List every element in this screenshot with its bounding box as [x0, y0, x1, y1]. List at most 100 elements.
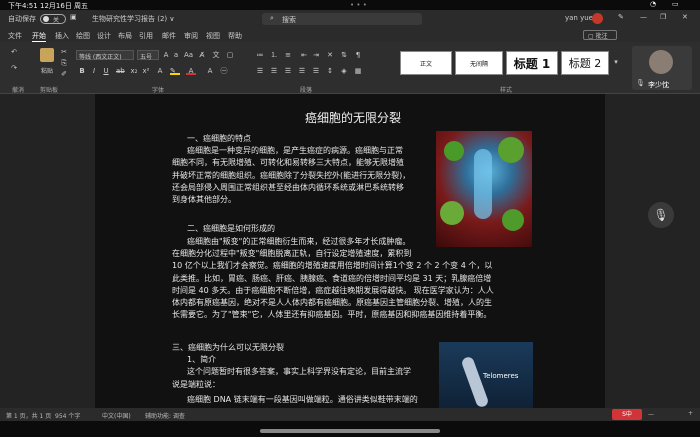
justify-icon[interactable]: ☰ [298, 67, 306, 75]
document-title[interactable]: 生物研究性学习报告 (2) ∨ [92, 14, 175, 24]
section-1-heading: 一、癌细胞的特点 [187, 134, 251, 143]
search-box[interactable]: ⌕ 搜索 [262, 13, 422, 25]
group-label-font: 字体 [152, 87, 165, 94]
autosave-toggle[interactable]: 关 [40, 14, 66, 24]
format-painter-icon[interactable]: ✐ [60, 70, 68, 78]
align-center-icon[interactable]: ☰ [270, 67, 278, 75]
tab-design[interactable]: 设计 [97, 31, 111, 41]
font-size-select[interactable]: 五号 [137, 50, 159, 61]
underline-icon[interactable]: U [102, 67, 110, 75]
human-figure-shape [474, 149, 492, 219]
redo-icon[interactable]: ↷ [10, 64, 18, 72]
font-name-select[interactable]: 等线 (西文正文) [76, 50, 134, 61]
style-heading-2[interactable]: 标题 2 [561, 51, 609, 75]
avatar[interactable] [592, 13, 603, 24]
superscript-icon[interactable]: x² [142, 67, 150, 75]
microphone-icon: 🎙 [653, 208, 669, 222]
shading-icon[interactable]: ◈ [340, 67, 348, 75]
sort-icon[interactable]: ⇅ [340, 51, 348, 59]
multilevel-list-icon[interactable]: ≡ [284, 51, 292, 59]
group-label-undo: 撤消 [12, 87, 25, 94]
document-page[interactable]: 癌细胞的无限分裂 一、癌细胞的特点 癌细胞是一种变异的细胞，是产生癌症的病源。癌… [95, 94, 605, 409]
tab-layout[interactable]: 布局 [118, 31, 132, 41]
minimize-icon[interactable]: — [640, 13, 647, 21]
chinese-layout-icon[interactable]: ✕ [326, 51, 334, 59]
language[interactable]: 中文(中国) [102, 411, 131, 420]
style-normal[interactable]: 正文 [400, 51, 452, 75]
numbering-icon[interactable]: ⒈ [270, 51, 278, 59]
cell-shape [444, 141, 464, 161]
grow-font-icon[interactable]: A [162, 51, 170, 59]
font-size-value: 五号 [140, 54, 153, 61]
participant-tile[interactable]: 🎙 李少忱 [632, 46, 692, 90]
font-color-icon[interactable]: A [186, 67, 196, 75]
restore-icon[interactable]: ❐ [660, 13, 666, 21]
align-left-icon[interactable]: ☰ [256, 67, 264, 75]
section-2-line: 此类推。比如，胃癌、肠癌、肝癌、胰腺癌、食道癌的倍增时间平均是 31 天；乳腺癌… [172, 274, 492, 283]
tab-draw[interactable]: 绘图 [76, 31, 90, 41]
decrease-indent-icon[interactable]: ⇤ [300, 51, 308, 59]
cell-shape [440, 201, 464, 225]
multitask-dots-icon[interactable]: • • • [350, 1, 367, 9]
highlight-icon[interactable]: ✎ [170, 67, 180, 75]
word-count[interactable]: 954 个字 [55, 411, 80, 420]
section-2-line: 时间是 40 多天。由于癌细胞不断倍增，癌症越往晚期发展得越快。 现在医学家认为… [172, 286, 494, 295]
borders-icon[interactable]: ▦ [354, 67, 362, 75]
section-2-line: 10 亿个以上我们才会察觉。癌细胞的增殖速度用倍增时间计算1个变 2 个 2 个… [172, 261, 493, 270]
cell-shape [502, 209, 524, 231]
style-heading-2-label: 标题 2 [568, 57, 602, 70]
page-count[interactable]: 第 1 页，共 1 页 [6, 411, 51, 420]
align-right-icon[interactable]: ☰ [284, 67, 292, 75]
styles-more-icon[interactable]: ▾ [612, 58, 620, 66]
status-bar: 第 1 页，共 1 页 954 个字 中文(中国) 辅助功能: 调查 S中 — … [0, 408, 700, 421]
save-icon[interactable]: ▣ [70, 13, 77, 21]
tab-mailings[interactable]: 邮件 [162, 31, 176, 41]
char-border-icon[interactable]: ▢ [226, 51, 234, 59]
accessibility-status[interactable]: 辅助功能: 调查 [145, 411, 185, 420]
home-indicator[interactable] [260, 429, 440, 433]
line-spacing-icon[interactable]: ↕ [326, 67, 334, 75]
tab-home[interactable]: 开始 [32, 31, 46, 42]
dictate-button[interactable]: 🎙 [648, 202, 674, 228]
style-heading-1[interactable]: 标题 1 [506, 51, 558, 75]
phonetic-icon[interactable]: 文 [212, 51, 220, 59]
document-area: 癌细胞的无限分裂 一、癌细胞的特点 癌细胞是一种变异的细胞，是产生癌症的病源。癌… [0, 94, 700, 409]
pen-icon[interactable]: ✎ [618, 13, 624, 21]
close-icon[interactable]: ✕ [682, 13, 688, 21]
tab-help[interactable]: 帮助 [228, 31, 242, 41]
font-name-value: 等线 (西文正文) [79, 54, 122, 61]
char-shading-icon[interactable]: A [206, 67, 214, 75]
section-1-line: 癌细胞是一种变异的细胞，是产生癌症的病源。癌细胞与正常 [187, 146, 403, 155]
paste-icon[interactable] [40, 48, 54, 62]
text-effects-icon[interactable]: A [156, 67, 164, 75]
distributed-icon[interactable]: ☰ [312, 67, 320, 75]
undo-icon[interactable]: ↶ [10, 48, 18, 56]
autosave-label: 自动保存 [8, 15, 36, 23]
microphone-icon[interactable]: 🎙 [636, 79, 645, 87]
copy-icon[interactable]: ⎘ [60, 59, 68, 67]
tab-insert[interactable]: 插入 [55, 31, 69, 41]
bullets-icon[interactable]: ≔ [256, 51, 264, 59]
bold-icon[interactable]: B [78, 67, 86, 75]
italic-icon[interactable]: I [90, 67, 98, 75]
shrink-font-icon[interactable]: a [172, 51, 180, 59]
clear-format-icon[interactable]: A̸ [198, 51, 206, 59]
strikethrough-icon[interactable]: ab [116, 67, 125, 75]
tab-view[interactable]: 视图 [206, 31, 220, 41]
tab-references[interactable]: 引用 [139, 31, 153, 41]
style-no-spacing[interactable]: 无间隔 [455, 51, 503, 75]
cut-icon[interactable]: ✂ [60, 48, 68, 56]
enclose-char-icon[interactable]: ㊀ [220, 67, 228, 75]
change-case-icon[interactable]: Aa [184, 51, 193, 59]
zoom-out-button[interactable]: — [648, 411, 654, 418]
show-marks-icon[interactable]: ¶ [354, 51, 362, 59]
zoom-in-button[interactable]: + [688, 410, 693, 417]
telomeres-image: Telomeres [439, 342, 533, 409]
tab-review[interactable]: 审阅 [184, 31, 198, 41]
title-bar: 自动保存 关 ▣ 生物研究性学习报告 (2) ∨ ⌕ 搜索 yan yue ✎ … [0, 10, 700, 28]
increase-indent-icon[interactable]: ⇥ [312, 51, 320, 59]
comment-button[interactable]: ▢ 批注 [583, 30, 617, 40]
subscript-icon[interactable]: x₂ [130, 67, 138, 75]
tab-file[interactable]: 文件 [8, 31, 22, 41]
ime-toolbar-icon[interactable]: S中 [612, 409, 642, 420]
